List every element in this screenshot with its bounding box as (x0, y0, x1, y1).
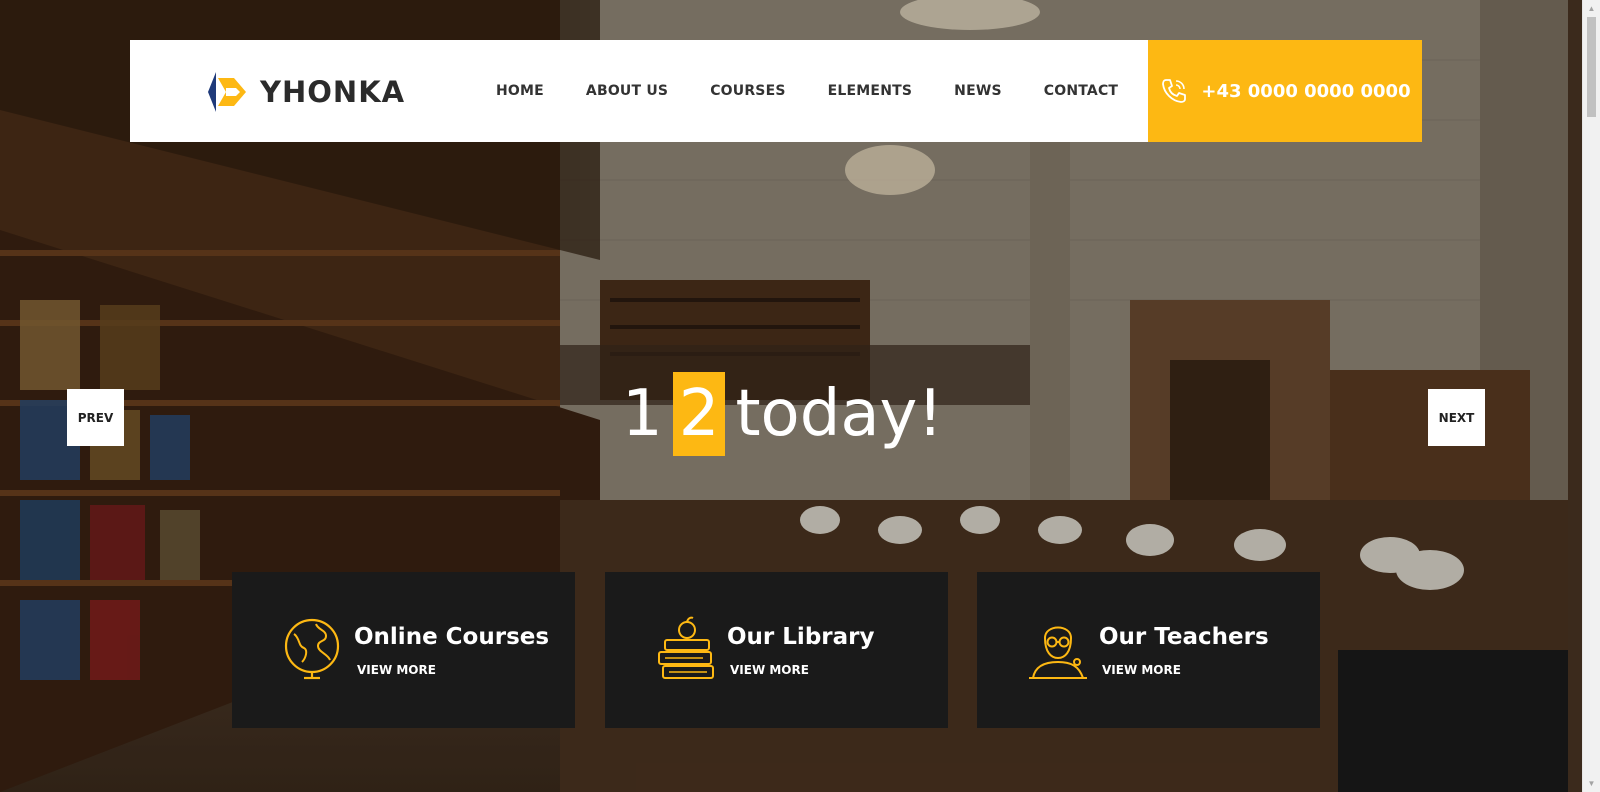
nav-item-about-us[interactable]: ABOUT US (586, 83, 668, 99)
scrollbar-thumb[interactable] (1587, 17, 1596, 117)
slider-prev-button[interactable]: PREV (67, 389, 124, 446)
vertical-scrollbar[interactable]: ▲ ▼ (1582, 0, 1600, 792)
nav-item-elements[interactable]: ELEMENTS (828, 83, 913, 99)
books-icon (658, 616, 714, 679)
nav-item-news[interactable]: NEWS (954, 83, 1002, 99)
scroll-up-arrow-icon[interactable]: ▲ (1583, 0, 1600, 17)
view-more-link[interactable]: VIEW MORE (730, 663, 809, 677)
nav-item-contact[interactable]: CONTACT (1044, 83, 1118, 99)
headline-highlight: 2 (672, 372, 726, 456)
main-navigation: HOME ABOUT US COURSES ELEMENTS NEWS CONT… (496, 40, 1160, 142)
view-more-link[interactable]: VIEW MORE (1102, 663, 1181, 677)
logo-mark-icon (208, 72, 246, 112)
headline-part-2: today! (735, 377, 944, 451)
nav-item-courses[interactable]: COURSES (710, 83, 785, 99)
card-our-library[interactable]: Our Library VIEW MORE (605, 572, 948, 728)
phone-icon (1162, 79, 1187, 103)
site-logo[interactable]: YHONKA (204, 70, 405, 114)
card-title: Online Courses (354, 624, 550, 650)
phone-number[interactable]: +43 0000 0000 0000 (1201, 81, 1410, 102)
nav-item-home[interactable]: HOME (496, 83, 544, 99)
card-title: Our Library (727, 624, 875, 650)
globe-icon (284, 618, 340, 680)
slider-next-button[interactable]: NEXT (1428, 389, 1485, 446)
slider-headline: 1 2 today! (622, 372, 943, 456)
card-title: Our Teachers (1099, 624, 1269, 650)
site-header: YHONKA HOME ABOUT US COURSES ELEMENTS NE… (130, 40, 1422, 142)
view-more-link[interactable]: VIEW MORE (357, 663, 436, 677)
headline-part-1: 1 (622, 377, 663, 451)
card-our-teachers[interactable]: Our Teachers VIEW MORE (977, 572, 1320, 728)
teacher-icon (1029, 626, 1087, 679)
phone-contact-box[interactable]: +43 0000 0000 0000 (1148, 40, 1422, 142)
card-online-courses[interactable]: Online Courses VIEW MORE (232, 572, 575, 728)
brand-name: YHONKA (260, 75, 406, 109)
scroll-down-arrow-icon[interactable]: ▼ (1583, 775, 1600, 792)
